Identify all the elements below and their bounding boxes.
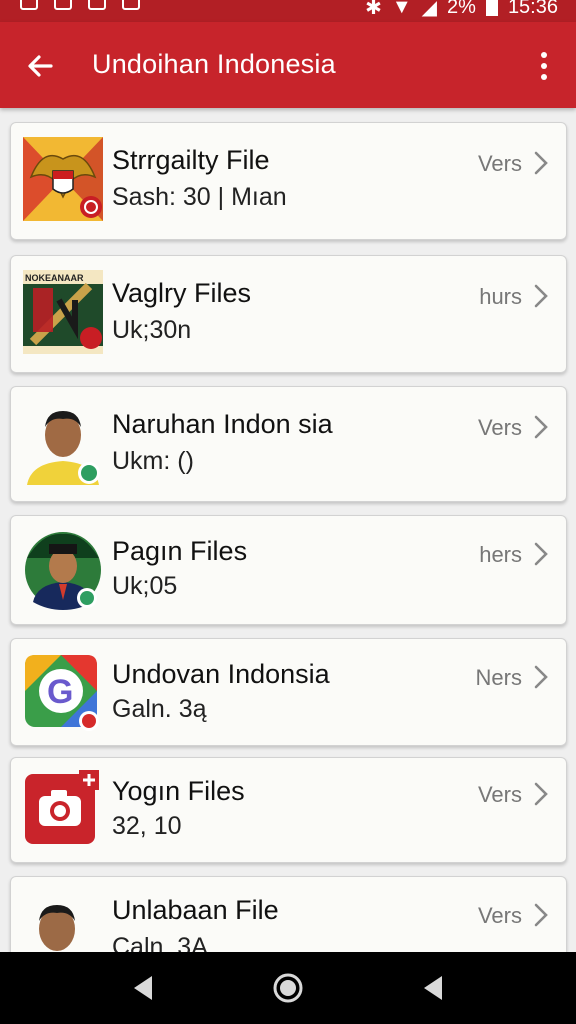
item-subtitle: Uk;05 [112,572,178,600]
poster-thumb-text: NOKEANAAR [25,273,84,283]
triangle-recents-icon[interactable] [414,968,454,1008]
list-item[interactable]: G Undovan Indonsia Galn. 3ą Ners [10,638,567,746]
notification-icon [122,0,140,10]
camera-app-icon-thumbnail [23,770,103,854]
overflow-menu-button[interactable] [526,44,562,88]
poster-thumbnail: NOKEANAAR [23,270,103,354]
screen: { "status_bar": { "battery_text": "2%", … [0,0,576,1024]
page-title: Undoihan Indonesia [92,49,336,79]
arrow-left-icon [28,55,53,77]
item-subtitle: Sash: 30 | Mıan [112,183,287,211]
list-item[interactable]: NOKEANAAR Vaglry Files Uk;30n hurs [10,255,567,373]
notification-icon [88,0,106,10]
item-title: Yogın Files [112,776,245,806]
item-title: Naruhan Indon sia [112,409,333,439]
bluetooth-icon: ✱ [365,0,382,19]
list-item[interactable]: Naruhan Indon sia Ukm: () Vers [10,386,567,502]
chevron-right-icon [534,782,548,806]
list-item[interactable]: Strrgailty File Sash: 30 | Mıan Vers [10,122,567,240]
item-tag: Vers [477,151,522,176]
g-app-icon-thumbnail: G [23,651,103,735]
chevron-right-icon [534,665,548,689]
battery-text: 2% [447,0,476,18]
garuda-emblem-thumbnail [23,137,103,221]
list-item[interactable]: Yogın Files 32, 10 Vers [10,757,567,863]
battery-icon [485,0,498,16]
list-item[interactable]: Pagın Files Uk;05 hers [10,515,567,625]
person-portrait-thumbnail [23,401,103,485]
svg-text:G: G [47,673,73,711]
item-title: Undovan Indonsia [112,659,330,689]
notification-icon [54,0,72,10]
clock: 15:36 [507,0,558,18]
item-tag: Vers [477,903,522,928]
signal-icon: ◢ [421,0,438,19]
more-vert-icon [541,52,547,58]
chevron-right-icon [534,151,548,175]
item-tag: Ners [475,665,522,690]
item-title: Strrgailty File [112,145,270,175]
item-title: Vaglry Files [112,278,252,308]
item-tag: hers [479,542,522,567]
item-subtitle: 32, 10 [112,812,182,840]
menu-dot [541,74,547,80]
item-tag: Vers [477,782,522,807]
status-bar: ✱ ▼ ◢ 2% 15:36 [0,0,576,22]
wifi-icon: ▼ [391,0,412,18]
item-title: Unlabaan File [112,895,279,925]
chevron-right-icon [534,415,548,439]
back-button[interactable] [18,44,62,88]
notification-icon [20,0,38,10]
item-tag: hurs [479,284,522,309]
chevron-right-icon [534,284,548,308]
chevron-right-icon [534,542,548,566]
triangle-back-icon[interactable] [124,968,164,1008]
item-subtitle: Ukm: () [112,447,194,475]
system-nav-bar [0,952,576,1024]
item-tag: Vers [477,415,522,440]
menu-dot [541,63,547,69]
item-subtitle: Galn. 3ą [112,695,207,723]
official-portrait-thumbnail [23,528,103,612]
item-title: Pagın Files [112,536,248,566]
item-subtitle: Uk;30n [112,316,192,344]
app-bar: Undoihan Indonesia [0,22,576,108]
chevron-right-icon [534,903,548,927]
circle-home-icon[interactable] [268,968,308,1008]
